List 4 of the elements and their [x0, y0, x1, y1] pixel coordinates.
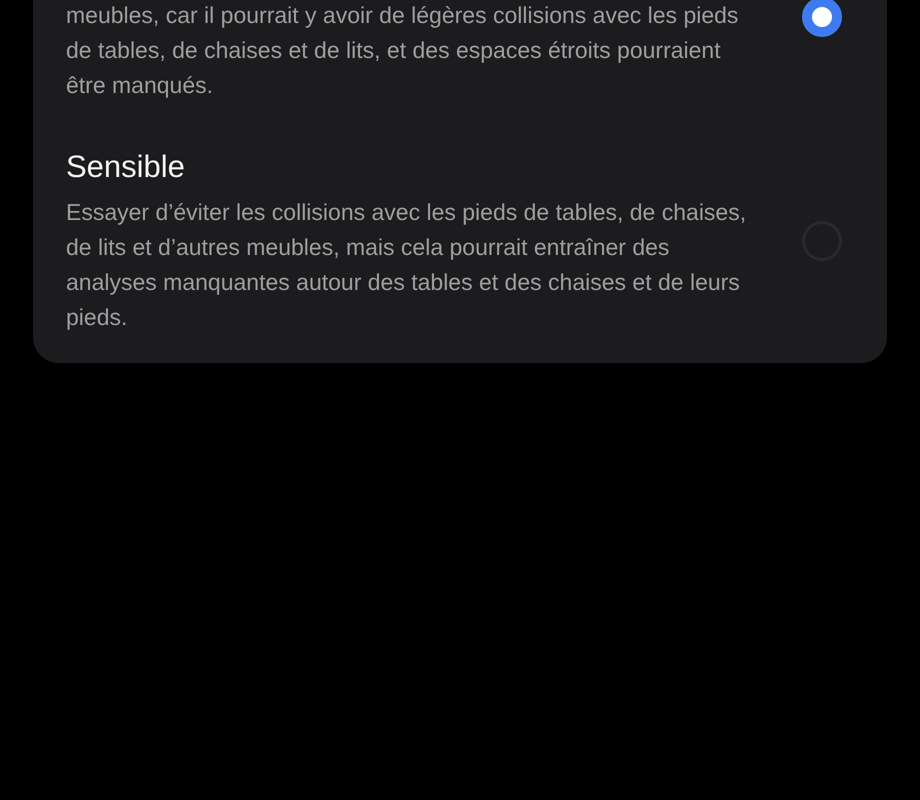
- option-title: Sensible: [66, 148, 186, 186]
- radio-button[interactable]: [802, 0, 842, 37]
- option-description: meubles, car il pourrait y avoir de légères collisions avec les pieds de tables, de chaises et de lits, et des espaces étroits pourraient être manqués.: [66, 1, 740, 100]
- option-description: Essayer d’éviter les collisions avec les pieds de tables, de chaises, de lits et d’autres meubles, mais cela pourrait entraîner des analyses manquantes autour des tables et des chaises et de leurs pieds.: [66, 198, 748, 332]
